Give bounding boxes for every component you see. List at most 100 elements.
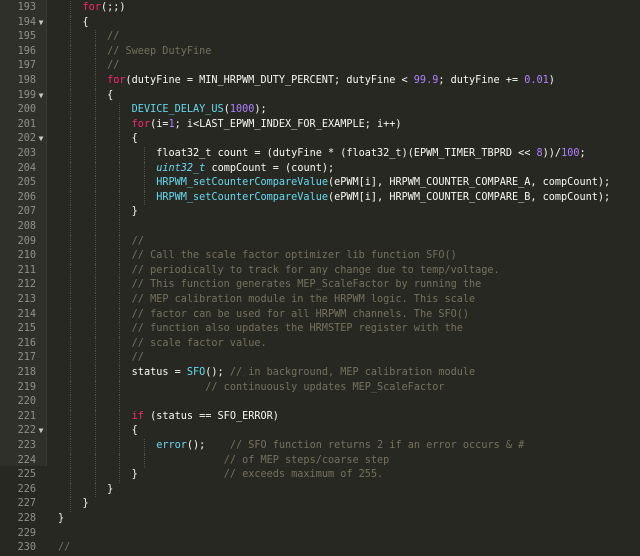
code-line[interactable]: 220: [0, 395, 640, 410]
indent-guide: [94, 176, 96, 191]
code-text: }: [58, 512, 64, 527]
code-token: ();: [186, 440, 230, 451]
code-line[interactable]: 221 if (status == SFO_ERROR): [0, 409, 640, 425]
chevron-down-icon[interactable]: ▼: [36, 132, 46, 147]
code-token: (i=: [150, 118, 169, 130]
line-number: 196: [17, 45, 36, 57]
code-line[interactable]: 214 // factor can be used for all HRPWM c…: [0, 307, 640, 323]
indent-guide: [70, 117, 72, 133]
indent-guide: [70, 366, 72, 381]
code-text: for(;;): [83, 1, 126, 16]
line-number: 193: [17, 2, 36, 13]
code-line[interactable]: 198 for(dutyFine = MIN_HRPWM_DUTY_PERCENT…: [0, 74, 640, 89]
code-line[interactable]: 215 // function also updates the HRMSTEP …: [0, 322, 640, 337]
code-line[interactable]: 207}: [0, 205, 640, 220]
code-token: //: [131, 235, 144, 247]
indent-guide: [70, 74, 72, 89]
code-text: //: [107, 59, 119, 74]
indent-guide: [70, 220, 72, 235]
code-line[interactable]: 197 //: [0, 59, 640, 74]
code-token: }: [107, 483, 114, 495]
code-line[interactable]: 209 //: [0, 234, 640, 250]
code-line[interactable]: 201 for(i=1; i<LAST_EPWM_INDEX_FOR_EXAMPL…: [0, 117, 640, 133]
code-token: {: [131, 133, 138, 145]
code-line[interactable]: 210 // Call the scale factor optimizer li…: [0, 249, 640, 264]
code-line[interactable]: 194 ▼ {: [0, 15, 640, 31]
code-token: ; i<LAST_EPWM_INDEX_FOR_EXAMPLE; i++): [174, 118, 402, 130]
code-line[interactable]: 206 HRPWM_setCounterCompareValue(ePWM[i],…: [0, 190, 640, 206]
chevron-down-icon[interactable]: ▼: [36, 16, 46, 31]
code-line[interactable]: 200 DEVICE_DELAY_US(1000);: [0, 103, 640, 118]
code-token: // This function generates MEP_ScaleFact…: [131, 279, 482, 291]
code-line[interactable]: 229: [0, 527, 640, 542]
code-line[interactable]: 202 ▼ {: [0, 132, 640, 147]
indent-guide: [94, 161, 96, 177]
indent-guide: [94, 205, 96, 220]
indent-guide: [70, 249, 72, 264]
chevron-down-icon[interactable]: ▼: [36, 89, 46, 104]
code-text: } // exceeds maximum of 255.: [132, 468, 383, 483]
line-number: 217: [17, 352, 36, 364]
line-number: 195: [17, 31, 36, 43]
code-text: if (status == SFO_ERROR): [132, 410, 279, 425]
code-text: {: [132, 424, 138, 439]
code-text: status = SFO(); // in background, MEP ca…: [132, 366, 476, 381]
indent-guide: [119, 190, 121, 206]
indent-guide: [94, 482, 96, 498]
code-line[interactable]: 208: [0, 220, 640, 235]
code-token: uint32_t: [156, 162, 206, 174]
code-line[interactable]: 193 for(;;): [0, 1, 640, 16]
code-line[interactable]: 203 float32_t count = (dutyFine * (float3…: [0, 147, 640, 162]
code-token: // continuously updates MEP_ScaleFactor: [205, 381, 445, 393]
code-line[interactable]: 225} // exceeds maximum of 255.: [0, 468, 640, 483]
code-line[interactable]: 230 //: [0, 541, 640, 556]
indent-guide: [94, 307, 96, 323]
indent-guide: [70, 307, 72, 323]
code-line[interactable]: 205 HRPWM_setCounterCompareValue(ePWM[i],…: [0, 176, 640, 191]
code-line[interactable]: 222 ▼ {: [0, 424, 640, 439]
indent-guide: [70, 132, 72, 147]
code-token: 1000: [229, 104, 255, 116]
code-line[interactable]: 195 //: [0, 30, 640, 45]
code-line[interactable]: 216 // scale factor value.: [0, 336, 640, 352]
indent-guide: [94, 249, 96, 264]
code-token: HRPWM_setCounterCompareValue: [156, 191, 328, 203]
code-token: 100: [561, 148, 580, 159]
code-line[interactable]: 212 // This function generates MEP_ScaleF…: [0, 278, 640, 293]
code-line[interactable]: 228}: [0, 512, 640, 527]
code-editor[interactable]: 193 for(;;) 194 ▼{195//196// Sweep DutyFine…: [0, 0, 640, 553]
indent-guide: [70, 44, 72, 60]
code-line[interactable]: 218 status = SFO(); // in background, MEP…: [0, 366, 640, 381]
line-number: 201: [17, 118, 36, 130]
indent-guide: [94, 190, 96, 206]
code-line[interactable]: 199 ▼ {: [0, 88, 640, 104]
indent-guide: [94, 439, 96, 454]
indent-guide: [94, 103, 96, 118]
code-line[interactable]: 227}: [0, 497, 640, 512]
code-token: 99.9: [413, 75, 439, 86]
code-line[interactable]: 217 //: [0, 351, 640, 366]
indent-guide: [119, 336, 121, 352]
code-text: // factor can be used for all HRPWM chan…: [132, 308, 469, 323]
indent-guide: [94, 468, 96, 483]
indent-guide: [94, 234, 96, 250]
line-number: 222: [17, 425, 36, 437]
code-area[interactable]: 193 for(;;) 194 ▼{195//196// Sweep DutyFine…: [0, 0, 640, 553]
code-line[interactable]: 213 // MEP calibration module in the HRPW…: [0, 293, 640, 308]
chevron-down-icon[interactable]: ▼: [36, 424, 46, 439]
code-line[interactable]: 196 // Sweep DutyFine: [0, 44, 640, 60]
indent-guide: [119, 176, 121, 191]
indent-guide: [94, 366, 96, 381]
line-number: 223: [17, 440, 36, 451]
code-line[interactable]: 219 // continuously updates MEP_ScaleFac…: [0, 380, 640, 396]
code-text: }: [107, 483, 113, 498]
code-line[interactable]: 211 // periodically to track for any chan…: [0, 263, 640, 279]
indent-guide: [70, 59, 72, 74]
indent-guide: [94, 380, 96, 396]
code-line[interactable]: 223 error(); // SFO function returns 2 if…: [0, 439, 640, 454]
indent-guide: [119, 249, 121, 264]
code-token: for: [107, 75, 126, 86]
line-number: 198: [17, 75, 36, 86]
code-line[interactable]: 226}: [0, 482, 640, 498]
code-line[interactable]: 204 uint32_t compCount = (count);: [0, 161, 640, 177]
